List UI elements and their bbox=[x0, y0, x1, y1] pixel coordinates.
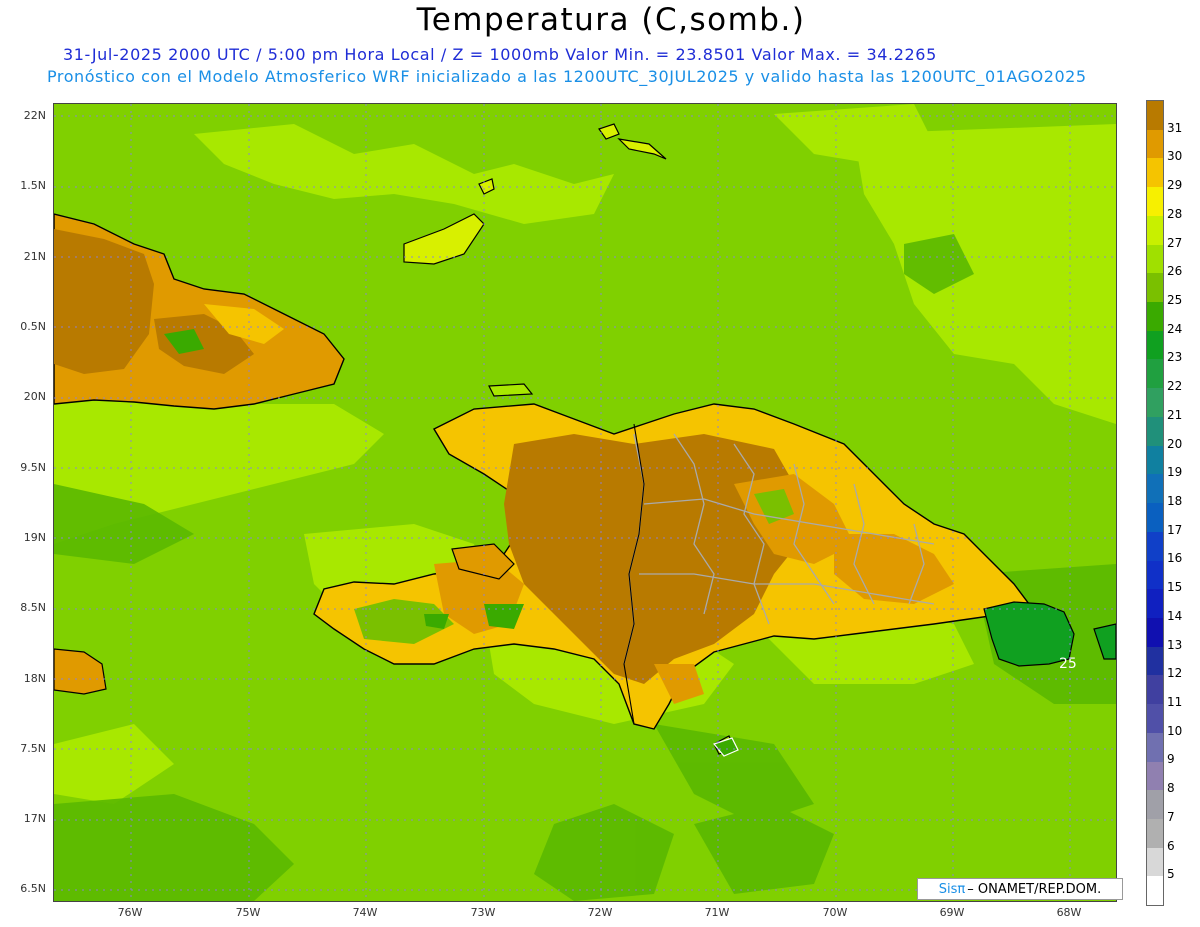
lon-label: 73W bbox=[470, 906, 496, 919]
lon-label: 71W bbox=[704, 906, 730, 919]
lat-label: 18N bbox=[23, 672, 46, 685]
lat-label: 8.5N bbox=[20, 601, 46, 614]
colorbar-tick-label: 24 bbox=[1167, 321, 1183, 336]
colorbar-segment bbox=[1147, 560, 1163, 590]
valid-time-subtitle: 31-Jul-2025 2000 UTC / 5:00 pm Hora Loca… bbox=[63, 45, 937, 64]
colorbar-tick-label: 22 bbox=[1167, 379, 1183, 394]
colorbar-tick-label: 6 bbox=[1167, 838, 1175, 853]
colorbar-tick-label: 28 bbox=[1167, 206, 1183, 221]
lon-label: 68W bbox=[1056, 906, 1082, 919]
lat-label: 22N bbox=[23, 109, 46, 122]
colorbar-segment bbox=[1147, 876, 1163, 906]
colorbar-segment bbox=[1147, 646, 1163, 676]
colorbar-segment bbox=[1147, 244, 1163, 274]
colorbar-tick-label: 19 bbox=[1167, 465, 1183, 480]
lat-label: 1.5N bbox=[20, 179, 46, 192]
colorbar-tick-label: 10 bbox=[1167, 723, 1183, 738]
colorbar-tick-label: 15 bbox=[1167, 580, 1183, 595]
colorbar-segment bbox=[1147, 704, 1163, 733]
colorbar-tick-label: 29 bbox=[1167, 178, 1183, 193]
colorbar-tick-label: 7 bbox=[1167, 809, 1175, 824]
colorbar-tick-label: 9 bbox=[1167, 752, 1175, 767]
colorbar-segment bbox=[1147, 273, 1163, 303]
colorbar-segment bbox=[1147, 761, 1163, 791]
lon-label: 69W bbox=[939, 906, 965, 919]
colorbar-segment bbox=[1147, 388, 1163, 417]
lat-label: 17N bbox=[23, 812, 46, 825]
colorbar-tick-label: 21 bbox=[1167, 407, 1183, 422]
colorbar-segment bbox=[1147, 589, 1163, 618]
map-title: Temperatura (C,somb.) bbox=[416, 2, 806, 38]
lat-label: 9.5N bbox=[20, 461, 46, 474]
colorbar-tick-label: 12 bbox=[1167, 666, 1183, 681]
colorbar-segment bbox=[1147, 503, 1163, 532]
colorbar-segment bbox=[1147, 732, 1163, 762]
colorbar-segment bbox=[1147, 158, 1163, 188]
colorbar-segment bbox=[1147, 847, 1163, 877]
colorbar-tick-label: 18 bbox=[1167, 494, 1183, 508]
contour-label-25: 25 bbox=[1059, 656, 1077, 672]
colorbar-tick-label: 27 bbox=[1167, 235, 1183, 250]
colorbar-tick-label: 8 bbox=[1167, 781, 1175, 796]
colorbar-tick-label: 17 bbox=[1167, 522, 1183, 537]
colorbar-segment bbox=[1147, 531, 1163, 561]
colorbar-tick-label: 25 bbox=[1167, 293, 1183, 307]
colorbar-segment bbox=[1147, 359, 1163, 389]
colorbar-tick-label: 26 bbox=[1167, 264, 1183, 279]
temperature-map: 25 bbox=[53, 103, 1117, 902]
colorbar-tick-label: 23 bbox=[1167, 350, 1183, 365]
colorbar-segment bbox=[1147, 330, 1163, 360]
colorbar-segment bbox=[1147, 416, 1163, 446]
colorbar-tick-label: 30 bbox=[1167, 149, 1183, 164]
lat-label: 20N bbox=[23, 390, 46, 403]
lat-label: 0.5N bbox=[20, 320, 46, 333]
colorbar-segment bbox=[1147, 617, 1163, 647]
colorbar-tick-label: 5 bbox=[1167, 867, 1175, 882]
colorbar-tick-label: 13 bbox=[1167, 637, 1183, 652]
lon-label: 70W bbox=[822, 906, 848, 919]
onamet-org-text: – ONAMET/REP.DOM. bbox=[967, 881, 1102, 897]
colorbar-segment bbox=[1147, 445, 1163, 475]
map-svg: 25 bbox=[54, 104, 1116, 901]
colorbar-segment bbox=[1147, 101, 1163, 130]
onamet-logo: Sisπ – ONAMET/REP.DOM. bbox=[917, 878, 1123, 900]
colorbar-segment bbox=[1147, 790, 1163, 819]
colorbar-tick-label: 20 bbox=[1167, 436, 1183, 451]
colorbar-tick-label: 16 bbox=[1167, 551, 1183, 566]
sispi-logo-text: Sisπ bbox=[938, 881, 966, 897]
lon-label: 75W bbox=[235, 906, 261, 919]
colorbar-tick-label: 31 bbox=[1167, 120, 1183, 135]
temperature-colorbar bbox=[1146, 100, 1164, 906]
lon-label: 76W bbox=[117, 906, 143, 919]
colorbar-segment bbox=[1147, 187, 1163, 216]
lat-label: 19N bbox=[23, 531, 46, 544]
lon-label: 74W bbox=[352, 906, 378, 919]
lat-label: 6.5N bbox=[20, 882, 46, 895]
lon-label: 72W bbox=[587, 906, 613, 919]
lat-label: 7.5N bbox=[20, 742, 46, 755]
colorbar-tick-label: 11 bbox=[1167, 695, 1183, 709]
colorbar-tick-label: 14 bbox=[1167, 608, 1183, 623]
lat-label: 21N bbox=[23, 250, 46, 263]
model-info-subtitle: Pronóstico con el Modelo Atmosferico WRF… bbox=[47, 67, 1087, 86]
colorbar-segment bbox=[1147, 675, 1163, 705]
colorbar-segment bbox=[1147, 215, 1163, 245]
colorbar-segment bbox=[1147, 129, 1163, 159]
colorbar-segment bbox=[1147, 474, 1163, 504]
colorbar-segment bbox=[1147, 818, 1163, 848]
colorbar-segment bbox=[1147, 302, 1163, 331]
